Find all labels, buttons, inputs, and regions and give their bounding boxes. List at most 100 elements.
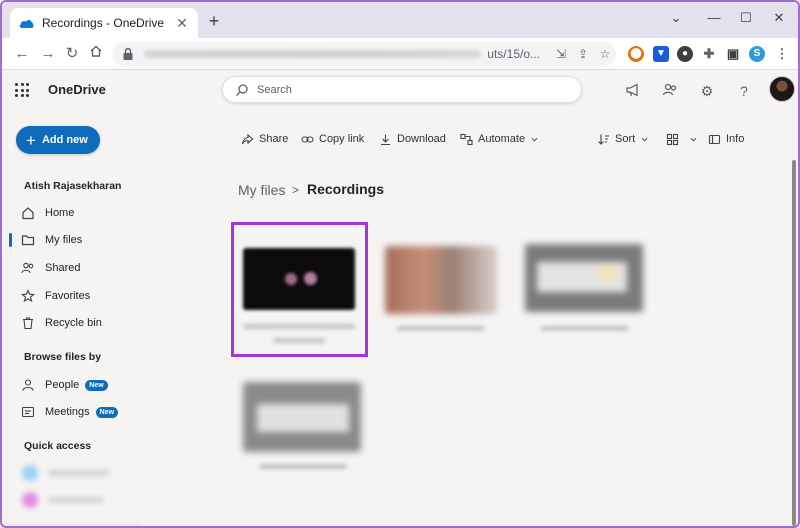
maximize-button[interactable]: ☐ [734, 8, 758, 28]
share-page-icon[interactable]: ⇪ [572, 47, 594, 61]
breadcrumb-my-files[interactable]: My files [238, 182, 285, 198]
close-window-button[interactable]: ✕ [767, 8, 791, 28]
home-icon [20, 205, 36, 221]
extensions-puzzle-icon[interactable]: ✚ [701, 46, 717, 62]
share-button[interactable]: Share [240, 128, 288, 150]
install-app-icon[interactable]: ⇲ [550, 47, 572, 61]
forward-arrow-icon[interactable]: → [38, 44, 58, 64]
new-badge: New [95, 406, 119, 418]
file-tile[interactable] [517, 226, 645, 356]
person-icon [20, 377, 36, 393]
download-icon [378, 132, 392, 146]
bookmark-star-icon[interactable]: ☆ [594, 47, 616, 61]
new-badge: New [85, 379, 108, 391]
sidebar-item-label: Home [45, 207, 75, 219]
download-button[interactable]: Download [378, 128, 446, 150]
people-icon[interactable] [661, 82, 679, 100]
quick-access-item-redacted[interactable] [22, 490, 104, 510]
selection-indicator [9, 233, 12, 247]
sidebar-item-shared[interactable]: Shared [20, 258, 80, 278]
add-new-button[interactable]: + Add new [16, 126, 100, 154]
browser-window: Recordings - OneDrive ✕ + ⌄ — ☐ ✕ ← → ↻ … [0, 0, 800, 528]
minimize-button[interactable]: — [702, 8, 726, 28]
chevron-down-icon [641, 137, 648, 141]
gear-icon[interactable]: ⚙ [698, 82, 716, 100]
info-panel-icon [707, 132, 721, 146]
view-switcher-button[interactable] [665, 128, 697, 150]
profile-sync-icon[interactable]: S [749, 46, 765, 62]
sidebar-item-favorites[interactable]: Favorites [20, 286, 90, 306]
browser-tab[interactable]: Recordings - OneDrive ✕ [10, 8, 198, 38]
plus-icon: + [26, 130, 36, 150]
user-name: Atish Rajasekharan [24, 180, 122, 192]
tab-title: Recordings - OneDrive [42, 16, 165, 30]
new-tab-button[interactable]: + [204, 12, 224, 32]
star-icon [20, 288, 36, 304]
file-thumbnail [243, 382, 361, 452]
info-button[interactable]: Info [707, 128, 744, 150]
url-text: uts/15/o... [487, 47, 540, 61]
info-label: Info [726, 133, 745, 145]
scrollbar[interactable] [792, 160, 796, 526]
sidebar-item-my-files[interactable]: My files [20, 230, 82, 250]
trash-icon [20, 315, 36, 331]
avatar[interactable] [769, 76, 795, 102]
automate-button[interactable]: Automate [459, 128, 538, 150]
browse-heading: Browse files by [24, 351, 102, 363]
share-label: Share [259, 133, 289, 145]
browser-toolbar: ← → ↻ uts/15/o... ⇲ ⇪ ☆ ⬤ ▼ ● ✚ ▣ S ⋮ [2, 38, 798, 70]
copy-link-button[interactable]: Copy link [300, 128, 364, 150]
home-icon[interactable] [86, 44, 106, 64]
site-avatar [22, 492, 38, 508]
file-name-redacted [541, 326, 629, 331]
tab-close-icon[interactable]: ✕ [174, 15, 190, 32]
sidebar-item-meetings[interactable]: Meetings New [20, 402, 119, 422]
search-input[interactable] [257, 83, 557, 96]
app-brand[interactable]: OneDrive [48, 82, 106, 97]
folder-icon [20, 232, 36, 248]
automate-icon [459, 132, 473, 146]
file-name-redacted [259, 464, 347, 469]
left-nav: + Add new Atish Rajasekharan Home My fil… [2, 112, 218, 526]
grid-view-icon [665, 132, 679, 146]
sidebar-item-label: Recycle bin [45, 317, 102, 329]
sidebar-item-label: People [45, 379, 80, 391]
chevron-down-icon [690, 137, 697, 141]
meetings-icon [20, 404, 36, 420]
extension-ninja-icon[interactable]: ● [677, 46, 693, 62]
link-icon [300, 132, 314, 146]
sort-label: Sort [615, 133, 636, 145]
tab-strip: Recordings - OneDrive ✕ + ⌄ — ☐ ✕ [2, 2, 798, 38]
app-launcher-icon[interactable] [15, 83, 29, 97]
redacted-text [48, 497, 104, 503]
megaphone-icon[interactable] [624, 82, 642, 100]
app-header: OneDrive ⚙ ? [2, 70, 798, 112]
side-panel-icon[interactable]: ▣ [725, 46, 741, 62]
sort-button[interactable]: Sort [596, 128, 648, 150]
chevron-down-icon[interactable]: ⌄ [664, 8, 688, 28]
address-bar[interactable]: uts/15/o... ⇲ ⇪ ☆ [112, 42, 616, 66]
sidebar-item-home[interactable]: Home [20, 203, 74, 223]
sidebar-item-label: My files [45, 234, 83, 246]
help-icon[interactable]: ? [735, 82, 753, 100]
search-box[interactable] [222, 76, 582, 103]
back-arrow-icon[interactable]: ← [12, 44, 32, 64]
lock-icon [123, 47, 133, 60]
sidebar-item-label: Favorites [45, 290, 91, 302]
copy-link-label: Copy link [319, 133, 365, 145]
add-new-label: Add new [41, 134, 88, 146]
redacted-text [48, 470, 110, 476]
file-tile[interactable] [235, 372, 363, 502]
extension-bitwarden-icon[interactable]: ▼ [653, 46, 669, 62]
reload-icon[interactable]: ↻ [62, 44, 82, 64]
search-icon [236, 83, 248, 96]
breadcrumb-chevron-icon: > [292, 183, 300, 197]
file-tile[interactable] [375, 226, 503, 356]
sidebar-item-recycle-bin[interactable]: Recycle bin [20, 313, 102, 333]
quick-access-item-redacted[interactable] [22, 463, 110, 483]
download-label: Download [397, 133, 446, 145]
chrome-menu-icon[interactable]: ⋮ [774, 46, 790, 62]
sidebar-item-people[interactable]: People New [20, 375, 108, 395]
extension-orange-icon[interactable]: ⬤ [628, 46, 644, 62]
sidebar-item-label: Shared [45, 262, 81, 274]
